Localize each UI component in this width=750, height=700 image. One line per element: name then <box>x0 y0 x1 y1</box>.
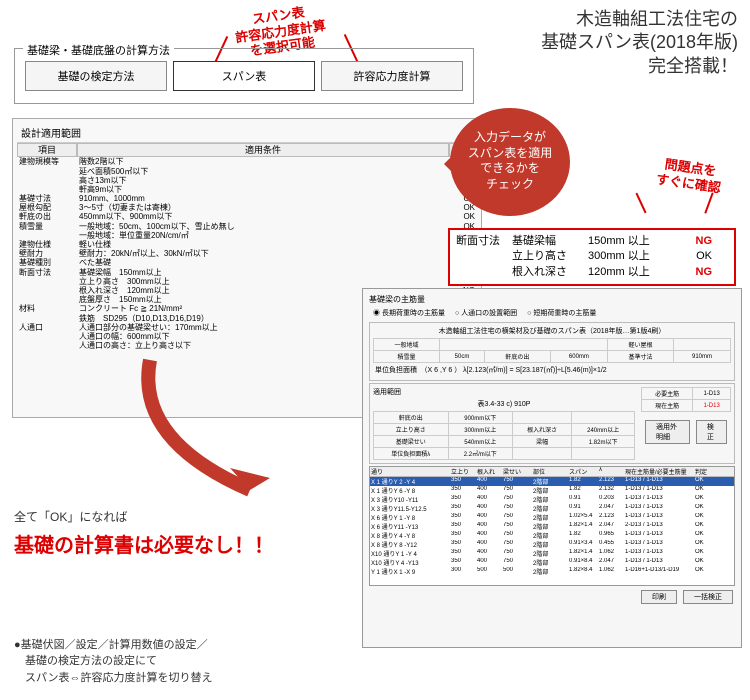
radio-opening[interactable]: ○ 人通口の設置範囲 <box>455 308 517 318</box>
list-row[interactable]: X 3 通りY10 -Y113504007502階部0.910.2031-D13… <box>370 495 734 504</box>
radio-longterm[interactable]: ◉ 長期荷重時の主筋量 <box>373 308 445 318</box>
list-row[interactable]: X 1 通りY 6 -Y 83504007502階部1.822.1321-D13… <box>370 486 734 495</box>
footnote: ●基礎伏図／設定／計算用数値の設定／ 基礎の検定方法の設定にて スパン表⇔許容応… <box>14 637 213 687</box>
result-list[interactable]: 通り立上り根入れ梁せい部位スパンλ現在主筋量/必要主筋量判定 X 1 通りY 2… <box>369 466 735 586</box>
panel-title: 設計適用範囲 <box>17 123 477 143</box>
row-item: 建物仕様 壁耐力 基礎種別 断面寸法 <box>17 240 77 304</box>
main-headline: 木造軸組工法住宅の基礎スパン表(2018年版)完全搭載！ <box>541 8 738 78</box>
row-item: 材料 <box>17 304 77 322</box>
callout-bubble: 入力データがスパン表を適用できるかをチェック <box>450 108 570 216</box>
rebar-panel: 基礎梁の主筋量 ◉ 長期荷重時の主筋量 ○ 人通口の設置範囲 ○ 短期荷重時の主… <box>362 288 742 648</box>
list-row[interactable]: X 6 通りY 1 -Y 83504007502階部1.02×5.42.1231… <box>370 513 734 522</box>
caption-section: 木造軸組工法住宅の横架材及び基礎のスパン表（2018年版…第1版4刷） 一般地域… <box>369 322 735 381</box>
calc-method-panel: 基礎梁・基礎底盤の計算方法 基礎の検定方法 スパン表 許容応力度計算 <box>14 48 474 104</box>
list-row[interactable]: X 8 通りY 8 -Y123504007502階部0.91×3.40.4551… <box>370 540 734 549</box>
list-row[interactable]: X10 通りY 4 -Y133504007502階部0.91×8.42.0471… <box>370 558 734 567</box>
detail-button[interactable]: 適用外明細 <box>645 420 690 444</box>
row-item: 人通口 <box>17 323 77 351</box>
verify-button[interactable]: 検正 <box>696 420 727 444</box>
row-item: 基礎寸法 屋根勾配 軒底の出 積雪量 <box>17 194 77 240</box>
panel-label: 基礎梁・基礎底盤の計算方法 <box>23 42 174 58</box>
row-item: 建物規模等 <box>17 157 77 194</box>
method-button-span[interactable]: スパン表 <box>173 61 315 91</box>
col-condition: 適用条件 <box>77 143 449 157</box>
col-item: 項目 <box>17 143 77 157</box>
panel-title: 基礎梁の主筋量 <box>367 293 737 306</box>
highlight-box: 断面寸法基礎梁幅150mm 以上NG立上り高さ300mm 以上OK根入れ深さ12… <box>448 228 736 286</box>
list-row[interactable]: X 1 通りY 2 -Y 43504007502階部1.822.1231-D13… <box>370 477 734 486</box>
list-row[interactable]: Y 1 通りX 1 -X 93005005002階部1.82×8.41.0621… <box>370 567 734 576</box>
method-button-kentei[interactable]: 基礎の検定方法 <box>25 61 167 91</box>
print-button[interactable]: 印刷 <box>641 590 677 604</box>
conclusion-text: 全て「OK」になれば 基礎の計算書は必要なし！！ <box>14 508 274 558</box>
scope-section: 適用範囲 表3.4-33 c) 910P 軒底の出900mm以下 立上り高さ30… <box>369 383 735 464</box>
radio-shortterm[interactable]: ○ 短期荷重時の主筋量 <box>527 308 596 318</box>
list-row[interactable]: X 8 通りY 4 -Y 83504007502階部1.820.9651-D13… <box>370 531 734 540</box>
annotation-stroke <box>635 193 646 214</box>
row-cond: 階数2階以下 延べ面積500㎡以下 高さ13m以下 軒高9m以下 <box>77 157 449 194</box>
list-row[interactable]: X 6 通りY11 -Y133504007502階部1.82×1.42.0472… <box>370 522 734 531</box>
method-button-kyoyou[interactable]: 許容応力度計算 <box>321 61 463 91</box>
curved-arrow-icon <box>130 350 330 510</box>
annotation-stroke <box>704 192 713 213</box>
row-cond: 910mm、1000mm 3～5寸（切妻または寄棟） 450mm以下、900mm… <box>77 194 449 240</box>
list-row[interactable]: X 3 通りY11.5-Y12.53504007502階部0.912.0471-… <box>370 504 734 513</box>
batch-verify-button[interactable]: 一括検正 <box>683 590 733 604</box>
list-row[interactable]: X10 通りY 1 -Y 43504007502階部1.82×1.41.0621… <box>370 549 734 558</box>
annotation-problem: 問題点をすぐに確認 <box>655 156 724 196</box>
list-header: 通り立上り根入れ梁せい部位スパンλ現在主筋量/必要主筋量判定 <box>370 467 734 477</box>
